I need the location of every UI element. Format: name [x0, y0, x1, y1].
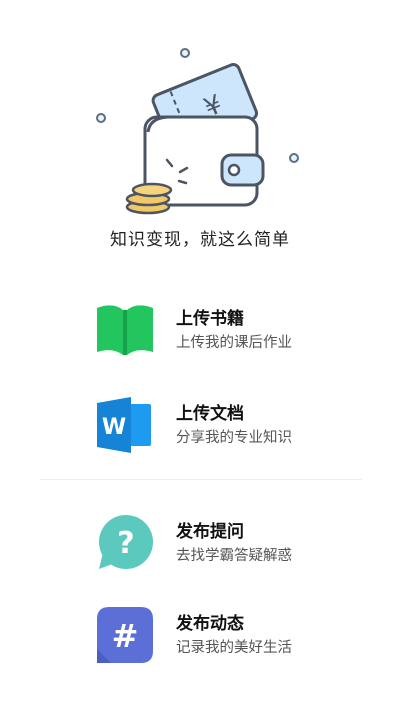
slogan: 知识变现，就这么简单: [110, 230, 290, 250]
hero-illustration: ¥: [0, 0, 400, 225]
post-question-button[interactable]: ? 发布提问 去找学霸答疑解惑: [95, 513, 375, 577]
menu-item-subtitle: 去找学霸答疑解惑: [176, 548, 292, 564]
svg-text:W: W: [102, 415, 126, 440]
word-doc-icon: W: [95, 395, 155, 455]
menu-item-subtitle: 上传我的课后作业: [176, 335, 292, 351]
post-status-button[interactable]: # 发布动态 记录我的美好生活: [95, 605, 375, 669]
svg-text:#: #: [112, 617, 139, 655]
wallet-illustration-icon: ¥: [96, 48, 299, 215]
menu-item-title: 上传文档: [176, 404, 244, 424]
menu-item-title: 发布动态: [176, 614, 244, 634]
svg-text:?: ?: [117, 526, 134, 561]
section-divider: [40, 479, 362, 480]
menu-item-subtitle: 分享我的专业知识: [176, 430, 292, 446]
upload-book-button[interactable]: 上传书籍 上传我的课后作业: [95, 300, 375, 364]
hashtag-icon: #: [95, 605, 155, 665]
question-icon: ?: [95, 513, 155, 573]
menu-item-subtitle: 记录我的美好生活: [176, 640, 292, 656]
book-icon: [95, 300, 155, 360]
upload-document-button[interactable]: W 上传文档 分享我的专业知识: [95, 395, 375, 459]
menu-item-title: 上传书籍: [176, 309, 244, 329]
menu-item-title: 发布提问: [176, 522, 244, 542]
